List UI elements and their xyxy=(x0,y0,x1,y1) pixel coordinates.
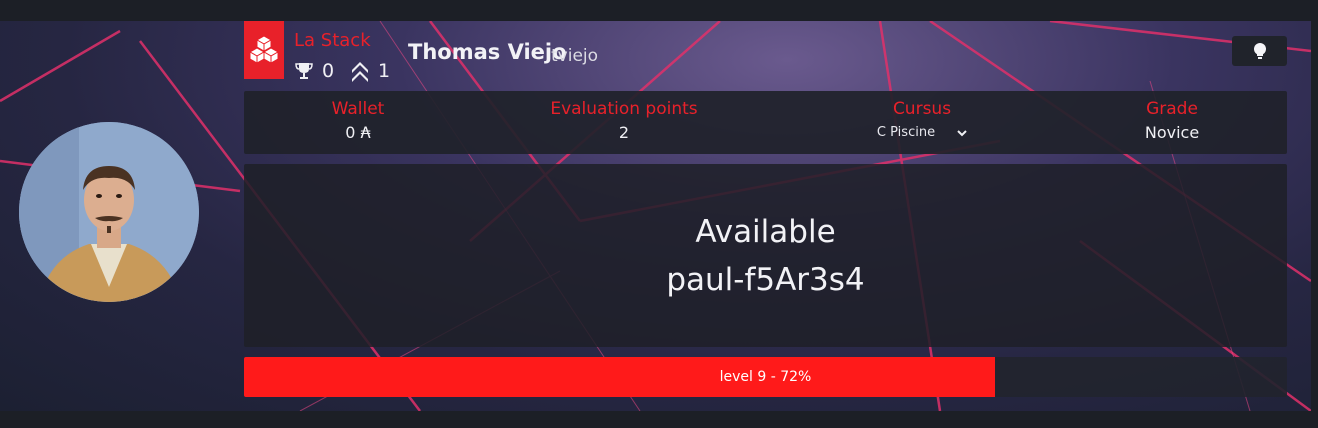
rank-chevrons-icon xyxy=(352,62,368,82)
evaluation-points-column: Evaluation points 2 xyxy=(534,99,714,142)
evaluation-points-value: 2 xyxy=(618,123,630,142)
location-host: paul-f5Ar3s4 xyxy=(666,261,865,298)
user-login: tviejo xyxy=(551,46,599,66)
profile-info-bar: Wallet 0 ₳ Evaluation points 2 Cursus C … xyxy=(244,91,1287,154)
grade-column: Grade Novice xyxy=(1124,99,1220,142)
profile-banner: La Stack 0 1 Thomas Viejo tviejo Wallet … xyxy=(0,21,1311,411)
rank-value: 1 xyxy=(378,60,391,82)
location-panel: Available paul-f5Ar3s4 xyxy=(244,164,1287,347)
level-progress-bar: level 9 - 72% xyxy=(244,357,1287,397)
cursus-select[interactable]: C Piscine xyxy=(870,125,974,140)
evaluation-points-label: Evaluation points xyxy=(550,99,698,119)
wallet-value: 0 ₳ xyxy=(345,123,371,142)
user-full-name: Thomas Viejo xyxy=(408,40,567,64)
trophies-count: 0 xyxy=(322,60,335,82)
grade-label: Grade xyxy=(1146,99,1198,119)
stacked-cubes-icon xyxy=(248,35,280,64)
avatar[interactable] xyxy=(19,122,199,302)
lightbulb-icon xyxy=(1253,43,1266,59)
level-label: level 9 - 72% xyxy=(719,369,812,385)
chevron-down-icon xyxy=(957,129,967,136)
cursus-column: Cursus C Piscine xyxy=(870,99,974,140)
user-portrait-icon xyxy=(19,122,199,302)
theme-toggle-button[interactable] xyxy=(1232,36,1287,66)
cursus-label: Cursus xyxy=(892,99,952,119)
trophy-icon xyxy=(295,63,313,79)
coalition-badge[interactable] xyxy=(244,21,284,79)
grade-value: Novice xyxy=(1144,123,1200,142)
trophies-stat: 0 xyxy=(294,60,334,82)
wallet-column: Wallet 0 ₳ xyxy=(301,99,415,142)
wallet-label: Wallet xyxy=(331,99,385,119)
coalition-name[interactable]: La Stack xyxy=(294,30,371,51)
rank-stat: 1 xyxy=(350,60,390,82)
cursus-selected-value: C Piscine xyxy=(876,125,936,140)
location-status: Available xyxy=(695,213,836,250)
